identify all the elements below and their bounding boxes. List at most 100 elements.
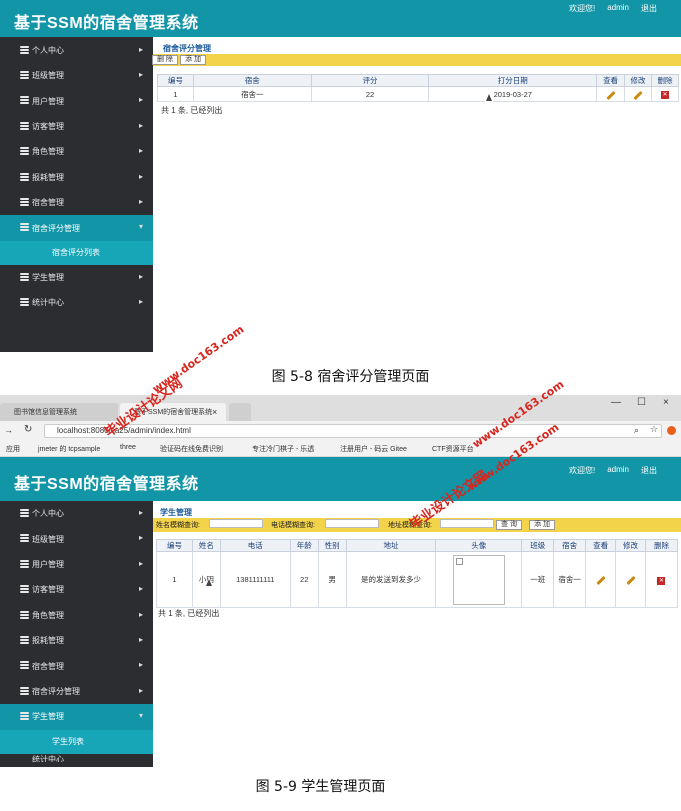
sidebar-item-student[interactable]: 学生管理 ▸ bbox=[0, 265, 153, 290]
pencil-icon bbox=[625, 575, 636, 586]
view-button[interactable] bbox=[585, 551, 617, 608]
add-button[interactable]: 添 加 bbox=[180, 55, 206, 65]
logout-link[interactable]: 退出 bbox=[641, 465, 657, 476]
column-header[interactable]: 评分 bbox=[310, 74, 430, 87]
column-header: 查看 bbox=[585, 539, 617, 552]
sidebar-item-user[interactable]: 用户管理 ▸ bbox=[0, 88, 153, 113]
sidebar-item-role[interactable]: 角色管理 ▸ bbox=[0, 603, 153, 628]
column-header[interactable]: 编号 bbox=[157, 74, 194, 87]
sidebar-item-class[interactable]: 班级管理 ▸ bbox=[0, 63, 153, 88]
db-icon bbox=[20, 121, 29, 130]
chevron-right-icon: ▸ bbox=[138, 508, 143, 517]
extension-icon[interactable] bbox=[667, 426, 676, 435]
star-icon[interactable]: ☆ bbox=[650, 424, 658, 435]
sidebar-item-visitor[interactable]: 访客管理 ▸ bbox=[0, 114, 153, 139]
delete-button[interactable]: 删 除 bbox=[152, 55, 178, 65]
column-header[interactable]: 班级 bbox=[521, 539, 555, 552]
db-icon bbox=[20, 172, 29, 181]
column-header[interactable]: 性别 bbox=[317, 539, 347, 552]
bookmark-item[interactable]: 应用 bbox=[6, 444, 20, 454]
cell-id: 1 bbox=[156, 551, 193, 608]
back-icon[interactable]: → bbox=[4, 425, 13, 435]
reload-icon[interactable]: ↻ bbox=[24, 424, 32, 435]
edit-button[interactable] bbox=[624, 86, 652, 102]
sidebar-subitem-rating-list[interactable]: 宿舍评分列表 bbox=[0, 240, 153, 265]
sidebar-item-user[interactable]: 用户管理 ▸ bbox=[0, 552, 153, 577]
column-header[interactable]: 地址 bbox=[345, 539, 437, 552]
sidebar-item-label: 访客管理 bbox=[32, 585, 64, 595]
pencil-icon bbox=[633, 90, 643, 100]
column-header[interactable]: 姓名 bbox=[191, 539, 221, 552]
minimize-icon[interactable]: — bbox=[611, 397, 621, 408]
sidebar-item-stats[interactable]: 统计中心 bbox=[0, 754, 153, 762]
sidebar-item-class[interactable]: 班级管理 ▸ bbox=[0, 526, 153, 551]
column-header[interactable]: 编号 bbox=[156, 539, 193, 552]
sidebar-item-rating[interactable]: 宿舍评分管理 ▸ bbox=[0, 679, 153, 704]
sidebar-item-visitor[interactable]: 访客管理 ▸ bbox=[0, 577, 153, 602]
column-header[interactable]: 宿舍 bbox=[553, 539, 587, 552]
rating-screenshot: 基于SSM的宿舍管理系统 欢迎您! admin 退出 个人中心 ▸ 班级管理 ▸ 用… bbox=[0, 0, 681, 352]
search-icon[interactable]: ⌕ bbox=[634, 425, 639, 436]
sidebar-item-stats[interactable]: 统计中心 ▸ bbox=[0, 290, 153, 315]
add-button[interactable]: 添 加 bbox=[529, 520, 555, 530]
search-button[interactable]: 查 询 bbox=[496, 520, 522, 530]
sidebar-item-student[interactable]: 学生管理 ▾ bbox=[0, 704, 153, 730]
table-row: 1 小明 1381111111 22 男 是的发送到发多少 一班 宿舍一 ✕ bbox=[156, 551, 679, 608]
column-header[interactable]: 宿舍 bbox=[192, 74, 312, 87]
sidebar-item-label: 报耗管理 bbox=[32, 636, 64, 646]
sidebar-item-personal[interactable]: 个人中心 ▸ bbox=[0, 501, 153, 526]
phone-filter-input[interactable] bbox=[325, 519, 379, 528]
sidebar-item-label: 访客管理 bbox=[32, 121, 64, 131]
browser-tab-library[interactable]: 图书馆信息管理系统 bbox=[0, 403, 118, 421]
column-header[interactable]: 打分日期 bbox=[428, 74, 598, 87]
column-header[interactable]: 电话 bbox=[219, 539, 291, 552]
new-tab-button[interactable] bbox=[229, 403, 251, 421]
bookmark-item[interactable]: 验证码在线免费识别 bbox=[160, 444, 223, 454]
cell-date: 2019-03-27 bbox=[428, 86, 598, 102]
logout-link[interactable]: 退出 bbox=[641, 3, 657, 14]
maximize-icon[interactable]: ☐ bbox=[637, 397, 646, 408]
sidebar-item-loss[interactable]: 报耗管理 ▸ bbox=[0, 628, 153, 653]
db-icon bbox=[20, 45, 29, 54]
figure-caption-1: 图 5-8 宿舍评分管理页面 bbox=[271, 369, 430, 385]
sidebar-item-personal[interactable]: 个人中心 ▸ bbox=[0, 38, 153, 63]
sidebar-subitem-student-list[interactable]: 学生列表 bbox=[0, 729, 153, 754]
bookmark-item[interactable]: 专注冷门棋子 - 乐透 bbox=[252, 444, 314, 454]
cell-gender: 男 bbox=[317, 551, 347, 608]
sidebar-item-dorm[interactable]: 宿舍管理 ▸ bbox=[0, 190, 153, 215]
column-header: 查看 bbox=[596, 74, 626, 87]
sidebar-item-label: 角色管理 bbox=[32, 147, 64, 157]
view-button[interactable] bbox=[596, 86, 626, 102]
delete-row-button[interactable]: ✕ bbox=[651, 86, 679, 102]
chevron-right-icon: ▸ bbox=[138, 660, 143, 670]
page-title: 宿舍评分管理 bbox=[163, 44, 211, 53]
sidebar-item-loss[interactable]: 报耗管理 ▸ bbox=[0, 165, 153, 190]
sidebar-item-rating[interactable]: 宿舍评分管理 ▾ bbox=[0, 215, 153, 241]
delete-row-button[interactable]: ✕ bbox=[644, 551, 679, 608]
content-area: 学生管理 姓名模糊查询: 电话模糊查询: 地址模糊查询: 查 询 添 加 编号 … bbox=[153, 501, 681, 767]
db-icon bbox=[20, 70, 29, 79]
cell-age: 22 bbox=[289, 551, 319, 608]
edit-button[interactable] bbox=[615, 551, 646, 608]
user-link[interactable]: admin bbox=[607, 465, 629, 476]
db-icon bbox=[20, 610, 29, 619]
db-icon bbox=[20, 96, 29, 105]
sidebar-item-role[interactable]: 角色管理 ▸ bbox=[0, 139, 153, 164]
user-link[interactable]: admin bbox=[607, 3, 629, 14]
name-filter-input[interactable] bbox=[209, 519, 263, 528]
url-input[interactable]: localhost:8080/ca25/admin/index.html bbox=[44, 424, 662, 438]
chevron-right-icon: ▸ bbox=[138, 558, 143, 568]
bookmark-item[interactable]: 注册用户 - 码云 Gitee bbox=[340, 444, 407, 454]
bookmarks-bar: 应用 jmeter 的 tcpsample three 验证码在线免费识别 专注… bbox=[0, 441, 681, 457]
bookmark-item[interactable]: three bbox=[120, 444, 136, 451]
app-header: 基于SSM的宿舍管理系统 欢迎您! admin 退出 bbox=[0, 0, 681, 37]
column-header[interactable]: 年龄 bbox=[289, 539, 319, 552]
bookmark-item[interactable]: CTF资源平台 bbox=[432, 444, 474, 454]
close-window-icon[interactable]: × bbox=[663, 397, 669, 408]
cell-dorm: 宿舍一 bbox=[553, 551, 587, 608]
sidebar-item-dorm[interactable]: 宿舍管理 ▸ bbox=[0, 653, 153, 678]
sidebar-item-label: 报耗管理 bbox=[32, 172, 64, 182]
address-filter-input[interactable] bbox=[440, 519, 494, 528]
bookmark-item[interactable]: jmeter 的 tcpsample bbox=[38, 444, 100, 454]
tab-close-icon[interactable]: × bbox=[212, 407, 217, 417]
